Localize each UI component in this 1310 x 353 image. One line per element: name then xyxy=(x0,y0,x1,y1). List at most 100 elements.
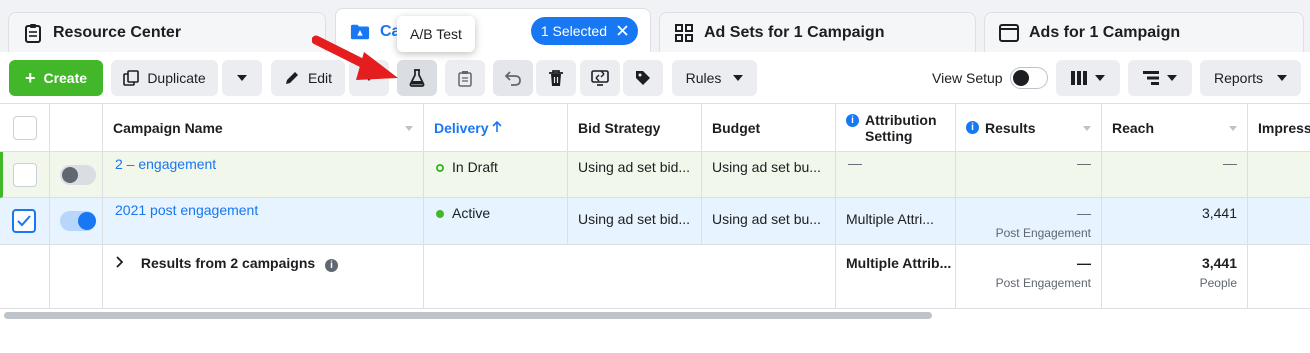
header-results[interactable]: i Results xyxy=(956,104,1102,152)
reach-value: 3,441 xyxy=(1201,255,1237,271)
campaign-toggle[interactable] xyxy=(60,165,96,185)
preview-button[interactable] xyxy=(580,60,620,96)
header-bid-strategy[interactable]: Bid Strategy xyxy=(568,104,702,152)
select-all-checkbox[interactable] xyxy=(13,116,37,140)
reach-value: — xyxy=(1223,155,1237,171)
create-button[interactable]: + Create xyxy=(9,60,103,96)
header-reach[interactable]: Reach xyxy=(1102,104,1248,152)
close-icon[interactable] xyxy=(617,23,628,39)
rules-button[interactable]: Rules xyxy=(672,60,757,96)
row-toggle-cell xyxy=(50,152,103,198)
tab-ad-sets[interactable]: Ad Sets for 1 Campaign xyxy=(659,12,976,52)
view-setup-label: View Setup xyxy=(932,70,1003,86)
trash-icon xyxy=(548,69,564,87)
duplicate-icon xyxy=(123,70,140,86)
grid-icon xyxy=(674,23,694,43)
summary-reach-cell: 3,441 People xyxy=(1102,245,1248,309)
campaign-name-link[interactable]: 2021 post engagement xyxy=(115,202,258,218)
view-setup-toggle[interactable] xyxy=(1010,67,1048,89)
chevron-down-icon xyxy=(1167,75,1177,81)
reach-cell: — xyxy=(1102,152,1248,198)
header-label: Reach xyxy=(1112,119,1155,136)
header-label: Bid Strategy xyxy=(578,119,661,136)
results-cell: — Post Engagement xyxy=(956,198,1102,245)
attribution-cell: Multiple Attri... xyxy=(836,198,956,245)
reach-unit: People xyxy=(1199,276,1237,290)
preview-icon xyxy=(591,70,609,86)
reports-label: Reports xyxy=(1213,70,1264,86)
row-checkbox[interactable] xyxy=(12,209,36,233)
header-label: Results xyxy=(985,119,1036,136)
active-status-icon xyxy=(436,210,444,218)
header-label: Campaign Name xyxy=(113,119,223,136)
attribution-cell: — xyxy=(836,152,956,198)
chevron-down-icon xyxy=(1277,75,1288,81)
campaign-name-cell: 2 – engagement xyxy=(103,152,424,198)
summary-spacer xyxy=(50,245,103,309)
draft-status-icon xyxy=(436,164,444,172)
selected-badge[interactable]: 1 Selected xyxy=(530,17,638,45)
row-toggle-cell xyxy=(50,198,103,245)
ab-test-tooltip: A/B Test xyxy=(397,16,475,52)
header-select-all xyxy=(0,104,50,152)
budget-cell: Using ad set bu... xyxy=(702,198,836,245)
rules-label: Rules xyxy=(685,70,722,86)
sort-caret-icon xyxy=(1229,126,1237,131)
reach-value: 3,441 xyxy=(1201,205,1237,221)
flask-icon xyxy=(409,69,425,87)
delete-button[interactable] xyxy=(536,60,576,96)
header-campaign-name[interactable]: Campaign Name xyxy=(103,104,424,152)
toggle-knob xyxy=(62,167,78,183)
budget-value: Using ad set bu... xyxy=(712,159,821,175)
header-toggle-col xyxy=(50,104,103,152)
toggle-knob xyxy=(1013,70,1029,86)
bid-strategy-value: Using ad set bid... xyxy=(578,159,691,175)
bid-strategy-value: Using ad set bid... xyxy=(578,211,691,227)
sort-caret-icon xyxy=(405,126,413,131)
summary-impressions-cell xyxy=(1248,245,1310,309)
reach-cell: 3,441 xyxy=(1102,198,1248,245)
bid-strategy-cell: Using ad set bid... xyxy=(568,198,702,245)
duplicate-button[interactable]: Duplicate xyxy=(111,60,218,96)
chevron-down-icon xyxy=(1095,75,1105,81)
create-label: Create xyxy=(43,70,88,86)
info-icon: i xyxy=(846,114,859,127)
header-budget[interactable]: Budget xyxy=(702,104,836,152)
undo-button[interactable] xyxy=(493,60,533,96)
selected-count: 1 Selected xyxy=(540,23,607,39)
clipboard-icon xyxy=(23,23,43,43)
reports-button[interactable]: Reports xyxy=(1200,60,1301,96)
header-attribution[interactable]: i Attribution Setting xyxy=(836,104,956,152)
columns-icon xyxy=(1071,71,1087,85)
sort-caret-icon xyxy=(1083,126,1091,131)
clipboard-button[interactable] xyxy=(445,60,485,96)
red-arrow-annotation xyxy=(312,35,398,80)
breakdown-button[interactable] xyxy=(1128,60,1192,96)
horizontal-scrollbar[interactable] xyxy=(4,312,932,319)
summary-label-cell[interactable]: Results from 2 campaigns i xyxy=(103,245,424,309)
duplicate-dropdown-button[interactable] xyxy=(222,60,262,96)
info-icon: i xyxy=(966,121,979,134)
header-label: Delivery xyxy=(434,119,489,136)
columns-button[interactable] xyxy=(1056,60,1120,96)
summary-row xyxy=(0,245,50,309)
budget-value: Using ad set bu... xyxy=(712,211,821,227)
results-type: Post Engagement xyxy=(995,226,1091,240)
tab-resource-center[interactable]: Resource Center xyxy=(8,12,326,52)
row-checkbox[interactable] xyxy=(13,163,37,187)
chevron-right-icon[interactable] xyxy=(115,255,127,271)
results-value: — xyxy=(1077,155,1091,171)
duplicate-label: Duplicate xyxy=(147,70,206,86)
sort-up-arrow-icon xyxy=(492,120,503,136)
summary-attribution-cell: Multiple Attrib... xyxy=(836,245,956,309)
tab-label: Ads for 1 Campaign xyxy=(1029,23,1181,41)
campaign-name-link[interactable]: 2 – engagement xyxy=(115,156,216,172)
undo-icon xyxy=(504,70,522,86)
tab-ads[interactable]: Ads for 1 Campaign xyxy=(984,12,1304,52)
header-delivery[interactable]: Delivery xyxy=(424,104,568,152)
tag-button[interactable] xyxy=(623,60,663,96)
delivery-cell: Active xyxy=(424,198,568,245)
delivery-status: In Draft xyxy=(452,159,498,175)
header-impressions[interactable]: Impress xyxy=(1248,104,1310,152)
campaign-toggle[interactable] xyxy=(60,211,96,231)
